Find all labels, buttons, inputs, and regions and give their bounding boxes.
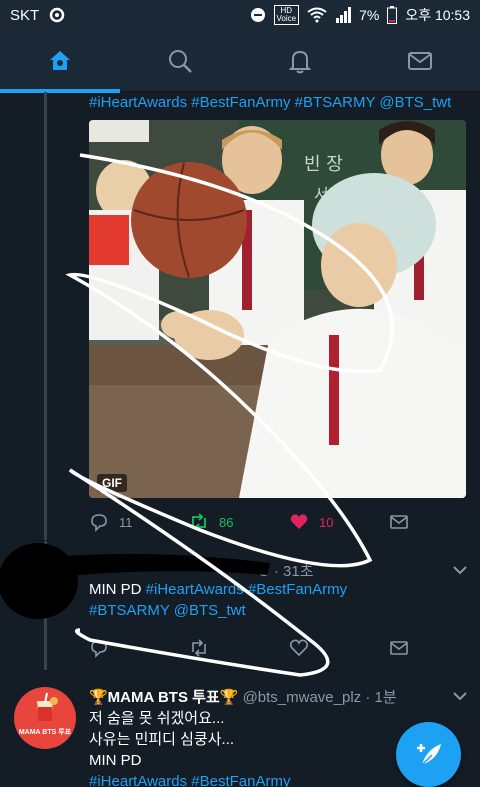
tweet2-hashtags-line2[interactable]: #BTSARMY @BTS_twt: [89, 602, 246, 619]
chevron-down-icon[interactable]: [452, 565, 468, 575]
avatar[interactable]: MAMA BTS 투표: [14, 687, 76, 749]
like-button[interactable]: [289, 638, 389, 658]
tweet2-text: MIN PD #iHeartAwards #BestFanArmy #BTSAR…: [89, 581, 348, 619]
reply-button[interactable]: [89, 638, 189, 658]
compose-tweet-button[interactable]: [396, 722, 461, 787]
tweet1-actions: 11 86 10: [89, 510, 419, 534]
avatar-label: MAMA BTS 투표: [18, 729, 72, 736]
top-nav-bar: [0, 30, 480, 93]
carrier-label: SKT: [10, 6, 40, 24]
gif-frame-image: 빈 장 서장훈: [89, 120, 466, 498]
tab-search[interactable]: [120, 30, 240, 92]
reply-icon: [91, 640, 107, 658]
mail-icon: [390, 515, 408, 529]
active-tab-indicator: [0, 89, 120, 93]
like-button[interactable]: 10: [289, 512, 389, 532]
app-notification-icon: [49, 7, 65, 23]
tweet2-actions: [89, 636, 419, 660]
retweet-button[interactable]: [189, 638, 289, 658]
battery-icon: [387, 6, 398, 24]
home-icon: [50, 51, 70, 70]
tweet2-timestamp: G · 31초: [258, 563, 314, 580]
tweet2-hashtags-line1[interactable]: #iHeartAwards #BestFanArmy: [146, 581, 347, 598]
tab-messages[interactable]: [360, 30, 480, 92]
tweet3-header: 🏆MAMA BTS 투표🏆 @bts_mwave_plz · 1분: [89, 686, 397, 707]
bell-icon: [288, 50, 312, 74]
mail-icon: [408, 52, 432, 70]
status-bar: SKT HD Voice 7% 오후 10:53: [0, 0, 480, 30]
drink-cup-icon: [37, 692, 58, 721]
tweet3-hashtags[interactable]: #iHeartAwards #BestFanArmy: [89, 771, 419, 787]
chevron-down-icon[interactable]: [452, 691, 468, 701]
reply-count: 11: [119, 514, 133, 530]
tweet-divider: [0, 670, 480, 671]
heart-icon: [289, 639, 309, 657]
tab-notifications[interactable]: [240, 30, 360, 92]
retweet-icon: [192, 639, 206, 657]
thread-connector-line: [44, 92, 47, 670]
svg-text:빈 장: 빈 장: [304, 154, 343, 175]
retweet-icon: [192, 513, 206, 531]
tweet3-author-name[interactable]: 🏆MAMA BTS 투표🏆: [89, 689, 238, 706]
direct-message-button[interactable]: [389, 638, 409, 658]
gif-badge: GIF: [97, 474, 127, 492]
clock: 오후 10:53: [405, 7, 470, 23]
heart-icon: [290, 514, 308, 529]
tweet3-text: 저 숨을 못 쉬겠어요... 사유는 민피디 심쿵사... MIN PD #iH…: [89, 708, 419, 787]
retweet-button[interactable]: 86: [189, 512, 289, 532]
gif-media[interactable]: 빈 장 서장훈 GIF: [89, 120, 466, 498]
wifi-icon: [307, 7, 327, 23]
signal-icon: [336, 7, 352, 23]
reply-icon: [91, 514, 107, 532]
retweet-count: 86: [219, 514, 234, 530]
mail-icon: [390, 641, 408, 655]
like-count: 10: [319, 514, 334, 530]
hd-voice-badge: HD Voice: [273, 5, 300, 25]
direct-message-button[interactable]: [389, 512, 409, 532]
compose-feather-icon: [416, 743, 441, 768]
tweet1-hashtags[interactable]: #iHeartAwards #BestFanArmy #BTSARMY @BTS…: [89, 94, 451, 111]
search-icon: [169, 50, 192, 73]
tab-home[interactable]: [0, 30, 120, 93]
do-not-disturb-icon: [250, 8, 265, 22]
reply-button[interactable]: 11: [89, 512, 189, 532]
tweet-divider: [0, 540, 480, 541]
tweet3-handle-time: @bts_mwave_plz · 1분: [242, 689, 397, 706]
battery-percent: 7%: [359, 7, 380, 23]
